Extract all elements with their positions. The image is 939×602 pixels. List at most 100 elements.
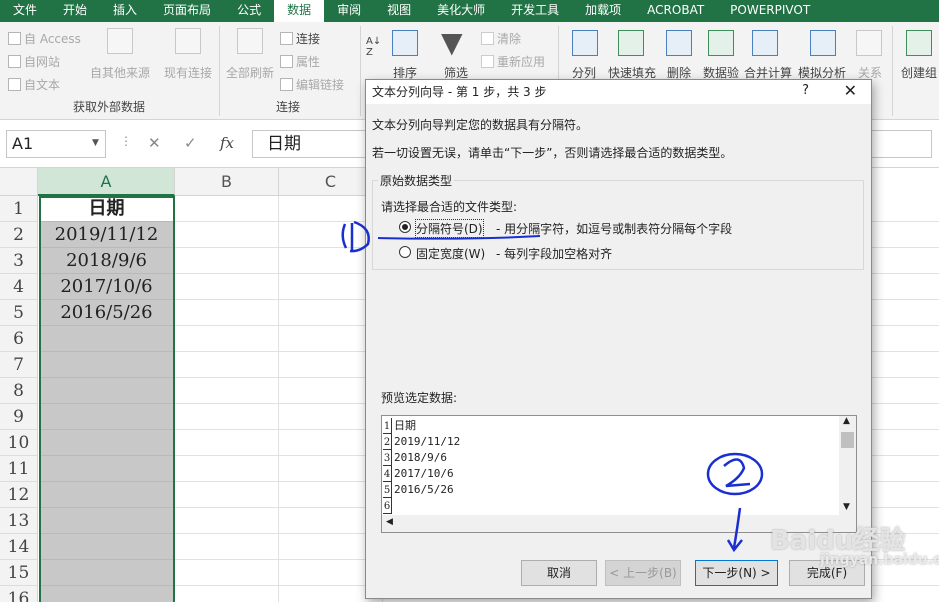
tab-2[interactable]: 插入 [100, 0, 150, 22]
tab-9[interactable]: 开发工具 [498, 0, 572, 22]
row-header[interactable]: 3 [0, 248, 38, 274]
cell[interactable] [175, 352, 279, 378]
cell[interactable] [175, 482, 279, 508]
cell[interactable] [175, 586, 279, 602]
cell[interactable] [175, 248, 279, 274]
select-all-corner[interactable] [0, 168, 38, 196]
cell[interactable] [175, 378, 279, 404]
row-header[interactable]: 6 [0, 326, 38, 352]
tab-4[interactable]: 公式 [224, 0, 274, 22]
cell[interactable] [175, 430, 279, 456]
cell-a[interactable] [39, 482, 174, 508]
insert-function-icon[interactable]: fx [220, 134, 234, 152]
fixed-width-radio[interactable] [399, 246, 411, 258]
from-text-button[interactable]: 自文本 [8, 76, 60, 93]
dialog-intro-text: 文本分列向导判定您的数据具有分隔符。 [372, 118, 589, 132]
tab-12[interactable]: POWERPIVOT [717, 0, 823, 22]
cell[interactable] [175, 534, 279, 560]
cell-a[interactable]: 日期 [39, 196, 174, 222]
cell-a[interactable]: 2018/9/6 [39, 248, 174, 274]
row-header[interactable]: 12 [0, 482, 38, 508]
refresh-all-button[interactable]: 全部刷新 [226, 64, 274, 81]
row-header[interactable]: 1 [0, 196, 38, 222]
existing-connections-button[interactable]: 现有连接 [164, 64, 212, 81]
cell[interactable] [175, 404, 279, 430]
vertical-scrollbar[interactable]: ▲ ▼ [839, 416, 856, 516]
delimited-radio[interactable] [399, 221, 411, 233]
clear-button[interactable]: 清除 [481, 30, 521, 47]
cell-a[interactable] [39, 456, 174, 482]
tab-10[interactable]: 加载项 [572, 0, 634, 22]
cell[interactable] [175, 274, 279, 300]
row-header[interactable]: 16 [0, 586, 38, 602]
tab-11[interactable]: ACROBAT [634, 0, 717, 22]
row-header[interactable]: 2 [0, 222, 38, 248]
tab-5[interactable]: 数据 [274, 0, 325, 22]
scroll-down-icon[interactable]: ▼ [843, 502, 850, 512]
delimited-option-label[interactable]: 分隔符号(D) [415, 219, 484, 238]
cell-a[interactable] [39, 352, 174, 378]
cell-a[interactable] [39, 404, 174, 430]
enter-icon[interactable]: ✓ [184, 134, 197, 152]
scroll-up-icon[interactable]: ▲ [843, 416, 850, 426]
tab-7[interactable]: 视图 [374, 0, 424, 22]
row-header[interactable]: 11 [0, 456, 38, 482]
row-header[interactable]: 13 [0, 508, 38, 534]
cell-a[interactable]: 2016/5/26 [39, 300, 174, 326]
help-button[interactable]: ? [802, 83, 809, 98]
column-header-b[interactable]: B [175, 168, 279, 196]
row-header[interactable]: 7 [0, 352, 38, 378]
preview-line-number: 2 [383, 434, 392, 450]
tab-3[interactable]: 页面布局 [150, 0, 224, 22]
fixed-width-option-label[interactable]: 固定宽度(W) [416, 245, 485, 262]
reapply-button[interactable]: 重新应用 [481, 53, 545, 70]
chevron-down-icon[interactable]: ▼ [92, 138, 99, 148]
cell-a[interactable] [39, 430, 174, 456]
from-web-button[interactable]: 自网站 [8, 53, 60, 70]
close-button[interactable]: ✕ [844, 81, 857, 100]
cell-a[interactable] [39, 508, 174, 534]
cell-a[interactable]: 2017/10/6 [39, 274, 174, 300]
cell[interactable] [175, 300, 279, 326]
from-access-button[interactable]: 自 Access [8, 30, 81, 47]
tab-0[interactable]: 文件 [0, 0, 50, 22]
cell[interactable] [175, 222, 279, 248]
preview-line-text: 2017/10/6 [394, 467, 454, 480]
cell[interactable] [175, 326, 279, 352]
cancel-button[interactable]: 取消 [521, 560, 597, 586]
cell-a[interactable]: 2019/11/12 [39, 222, 174, 248]
tab-1[interactable]: 开始 [50, 0, 100, 22]
scroll-left-icon[interactable]: ◀ [386, 517, 393, 527]
row-header[interactable]: 9 [0, 404, 38, 430]
tab-8[interactable]: 美化大师 [424, 0, 498, 22]
row-header[interactable]: 8 [0, 378, 38, 404]
cell-a[interactable] [39, 560, 174, 586]
cell[interactable] [175, 560, 279, 586]
cell[interactable] [175, 196, 279, 222]
properties-button[interactable]: 属性 [280, 53, 320, 70]
column-header-a[interactable]: A [38, 168, 175, 196]
other-sources-button[interactable]: 自其他来源 [90, 64, 150, 81]
name-box[interactable]: A1 [6, 130, 106, 158]
preview-box[interactable]: 1 日期 2 2019/11/12 3 2018/9/6 4 2017/10/6 5 2016/5… [381, 415, 857, 533]
row-header[interactable]: 5 [0, 300, 38, 326]
cell-a[interactable] [39, 326, 174, 352]
sort-az-icon[interactable]: A↓ Z [366, 36, 381, 58]
row-header[interactable]: 15 [0, 560, 38, 586]
connections-button[interactable]: 连接 [280, 30, 320, 47]
tab-6[interactable]: 审阅 [324, 0, 374, 22]
cell[interactable] [175, 456, 279, 482]
scroll-thumb[interactable] [841, 432, 854, 448]
cell-a[interactable] [39, 378, 174, 404]
back-button[interactable]: < 上一步(B) [605, 560, 681, 586]
next-button[interactable]: 下一步(N) > [695, 560, 778, 586]
create-group-button[interactable]: 创建组 [901, 64, 937, 81]
cell-a[interactable] [39, 534, 174, 560]
row-header[interactable]: 4 [0, 274, 38, 300]
cell[interactable] [175, 508, 279, 534]
row-header[interactable]: 10 [0, 430, 38, 456]
edit-links-button[interactable]: 编辑链接 [280, 76, 344, 93]
cancel-icon[interactable]: ✕ [148, 134, 161, 152]
row-header[interactable]: 14 [0, 534, 38, 560]
cell-a[interactable] [39, 586, 174, 602]
